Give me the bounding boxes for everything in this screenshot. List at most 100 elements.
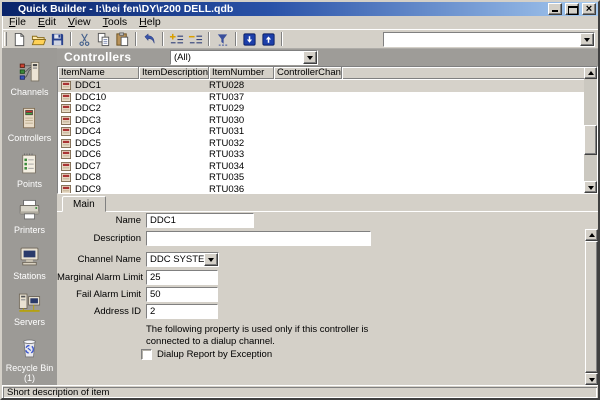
panel-scrollbar[interactable] (585, 229, 598, 385)
sidebar-item-label: Printers (14, 225, 45, 235)
column-header-filler (342, 67, 597, 79)
maximize-button[interactable] (565, 3, 579, 15)
menu-item-help[interactable]: Help (133, 16, 167, 29)
minimize-button[interactable] (548, 3, 562, 15)
panel-scroll-down-icon[interactable] (585, 373, 598, 385)
save-button[interactable] (48, 31, 67, 48)
table-row[interactable]: DDC4RTU031 (58, 126, 598, 138)
sidebar-item-channels[interactable]: Channels (2, 59, 57, 97)
table-row[interactable]: DDC7RTU034 (58, 161, 598, 173)
cut-button[interactable] (75, 31, 94, 48)
table-row[interactable]: DDC6RTU033 (58, 149, 598, 161)
item-name-cell: DDC3 (58, 115, 139, 126)
sidebar-item-label: Stations (13, 271, 46, 281)
toolbar-separator (135, 32, 137, 46)
channel-name-label: Channel Name (57, 254, 146, 265)
app-icon (4, 4, 15, 15)
close-button[interactable] (582, 3, 596, 15)
download-icon (242, 32, 257, 47)
filter-combobox[interactable]: (All) (170, 50, 318, 65)
channel-name-dropdown-icon[interactable] (204, 253, 218, 266)
controller-mini-icon (61, 173, 72, 182)
table-row[interactable]: DDC5RTU032 (58, 138, 598, 150)
stations-icon (16, 243, 43, 270)
table-row[interactable]: DDC8RTU035 (58, 172, 598, 184)
menu-item-tools[interactable]: Tools (97, 16, 134, 29)
undo-button[interactable] (140, 31, 159, 48)
table-row[interactable]: DDC3 RTU030 (58, 115, 598, 127)
sidebar-item-label: Recycle Bin (1) (4, 363, 56, 383)
sidebar-item-label: Servers (14, 317, 45, 327)
toolbar-combo-dropdown-icon[interactable] (580, 33, 594, 46)
marginal-alarm-limit-field[interactable] (146, 270, 218, 285)
column-header-itemnumber[interactable]: ItemNumber (209, 67, 274, 79)
column-header-itemdescription[interactable]: ItemDescription (139, 67, 209, 79)
table-row[interactable]: DDC10RTU037 (58, 92, 598, 104)
fail-alarm-limit-label: Fail Alarm Limit (57, 289, 146, 300)
download-button[interactable] (240, 31, 259, 48)
tab-main[interactable]: Main (62, 196, 106, 212)
toolbar-separator (235, 32, 237, 46)
paste-icon (115, 32, 130, 47)
main-tab-form: The following property is used only if t… (57, 211, 598, 385)
sidebar-item-servers[interactable]: Servers (2, 289, 57, 327)
sidebar-item-stations[interactable]: Stations (2, 243, 57, 281)
fail-alarm-limit-field[interactable] (146, 287, 218, 302)
item-number-cell: RTU032 (209, 138, 274, 149)
column-header-itemname[interactable]: ItemName (58, 67, 139, 79)
item-number-cell: RTU034 (209, 161, 274, 172)
toolbar-separator (208, 32, 210, 46)
copy-icon (96, 32, 111, 47)
menu-item-edit[interactable]: Edit (32, 16, 62, 29)
item-number-cell: RTU033 (209, 149, 274, 160)
item-name-cell: DDC8 (58, 172, 139, 183)
table-row[interactable]: DDC2RTU029 (58, 103, 598, 115)
filter-dropdown-icon[interactable] (303, 51, 317, 64)
quick-builder-window: Quick Builder - I:\bei fen\DY\r200 DELL.… (0, 0, 600, 400)
scroll-down-icon[interactable] (584, 181, 597, 193)
table-row[interactable]: DDC9RTU036 (58, 184, 598, 195)
item-name: DDC8 (75, 172, 101, 183)
recycle-bin-icon (16, 335, 43, 362)
table-row[interactable]: DDC1RTU028 (58, 80, 598, 92)
sidebar-item-points[interactable]: Points (2, 151, 57, 189)
remove-item-button[interactable] (186, 31, 205, 48)
channels-icon (16, 59, 43, 86)
menu-item-file[interactable]: File (3, 16, 32, 29)
toolbar-combo-input[interactable] (384, 33, 580, 46)
item-number-cell: RTU030 (209, 115, 274, 126)
item-number-cell: RTU028 (209, 80, 274, 91)
dialup-checkbox-row[interactable]: Dialup Report by Exception (141, 349, 272, 360)
panel-scroll-up-icon[interactable] (585, 229, 598, 241)
sidebar-item-printers[interactable]: Printers (2, 197, 57, 235)
list-scrollbar[interactable] (584, 67, 597, 193)
new-button[interactable] (10, 31, 29, 48)
sidebar-item-recycle-bin-1[interactable]: Recycle Bin (1) (2, 335, 57, 383)
toolbar-grip[interactable] (4, 32, 7, 46)
item-number-cell: RTU031 (209, 126, 274, 137)
upload-button[interactable] (259, 31, 278, 48)
dialup-note: The following property is used only if t… (146, 324, 398, 347)
scroll-up-icon[interactable] (584, 67, 597, 79)
open-button[interactable] (29, 31, 48, 48)
add-item-button[interactable] (167, 31, 186, 48)
column-header-controllerchann[interactable]: ControllerChann... (274, 67, 342, 79)
panel-scroll-thumb[interactable] (585, 241, 598, 373)
title-bar[interactable]: Quick Builder - I:\bei fen\DY\r200 DELL.… (2, 2, 598, 16)
paste-button[interactable] (113, 31, 132, 48)
name-field[interactable] (146, 213, 254, 228)
description-field[interactable] (146, 231, 371, 246)
toolbar-separator (281, 32, 283, 46)
copy-button[interactable] (94, 31, 113, 48)
channel-name-select[interactable]: DDC SYSTEM (146, 252, 219, 267)
form-row-name: Name (57, 213, 254, 228)
shortcut-sidebar: Channels Controllers Points Printers Station… (2, 48, 57, 385)
controllers-list: ItemNameItemDescriptionItemNumberControl… (57, 66, 598, 194)
sidebar-item-controllers[interactable]: Controllers (2, 105, 57, 143)
scroll-thumb[interactable] (584, 125, 597, 155)
toolbar-combobox[interactable] (383, 32, 595, 47)
dialup-report-checkbox[interactable] (141, 349, 152, 360)
filter-button[interactable] (213, 31, 232, 48)
menu-item-view[interactable]: View (62, 16, 97, 29)
address-id-field[interactable] (146, 304, 218, 319)
